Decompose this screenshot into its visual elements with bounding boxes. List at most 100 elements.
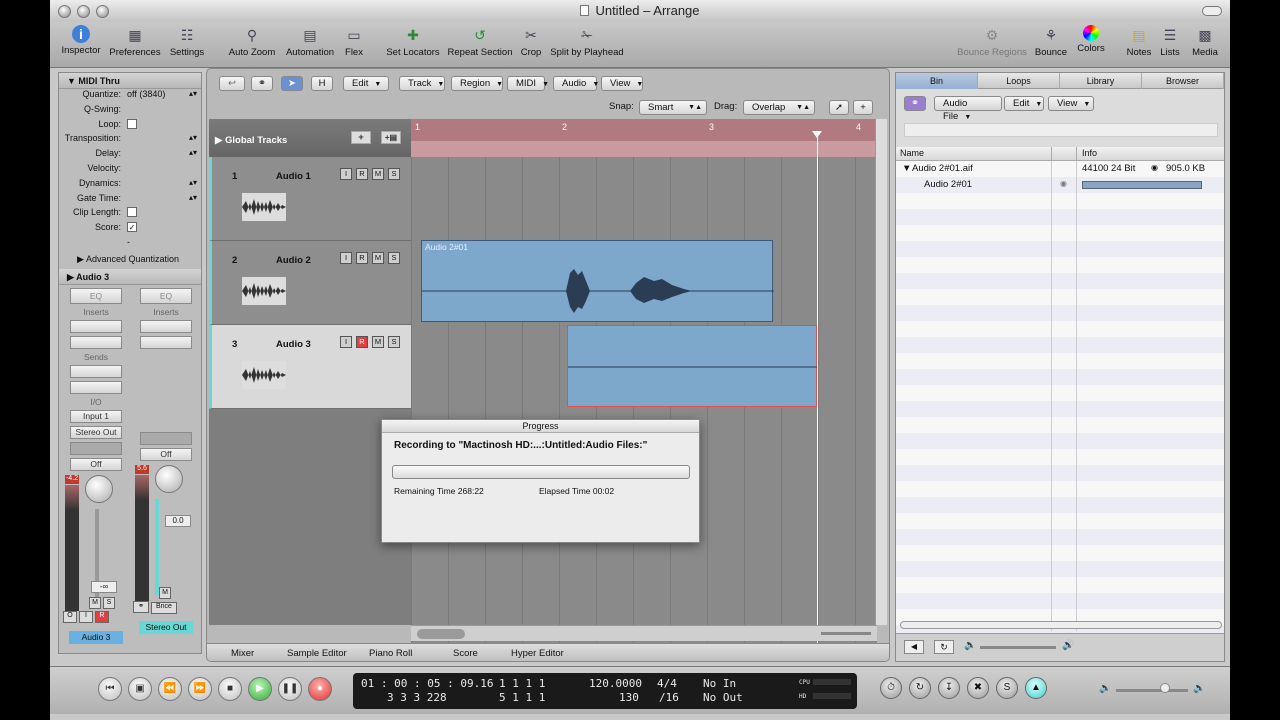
insert-slot[interactable] xyxy=(140,320,192,333)
param-value[interactable]: - xyxy=(127,237,130,247)
menu-track[interactable]: Track ▼ xyxy=(399,76,445,91)
menu-edit[interactable]: Edit ▼ xyxy=(343,76,389,91)
autopunch-button[interactable]: ↧ xyxy=(938,677,960,699)
group-slot[interactable] xyxy=(70,442,122,455)
pan-knob[interactable] xyxy=(85,475,113,503)
link-button[interactable]: ⚭ xyxy=(904,96,926,111)
pencil-tool-select[interactable]: + xyxy=(853,100,873,115)
media-tab-library[interactable]: Library xyxy=(1060,73,1142,89)
minimize-button[interactable] xyxy=(77,5,90,18)
record-enable-button[interactable]: R xyxy=(94,611,109,623)
insert-slot[interactable] xyxy=(70,336,122,349)
insert-slot[interactable] xyxy=(140,336,192,349)
record-enable-button[interactable]: R xyxy=(356,252,368,264)
bounce-regions-button[interactable]: ⚙ Bounce Regions xyxy=(957,25,1027,58)
toolbar-toggle-button[interactable] xyxy=(1202,6,1222,16)
play-preview-button[interactable]: ◀ xyxy=(904,640,924,654)
editor-tab-hyper-editor[interactable]: Hyper Editor xyxy=(511,648,564,659)
master-volume-slider[interactable] xyxy=(1116,689,1188,692)
horizontal-scrollbar[interactable] xyxy=(411,625,877,641)
editor-tab-mixer[interactable]: Mixer xyxy=(231,648,254,659)
record-enable-button[interactable]: R xyxy=(356,168,368,180)
eq-button[interactable]: EQ xyxy=(140,288,192,304)
record-button[interactable]: ● xyxy=(308,677,332,701)
link-button[interactable]: ⚭ xyxy=(251,76,273,91)
zoom-slider[interactable] xyxy=(821,632,871,635)
auto-zoom-button[interactable]: ⚲ Auto Zoom xyxy=(225,25,279,58)
menu-view[interactable]: View ▼ xyxy=(601,76,643,91)
editor-tab-score[interactable]: Score xyxy=(453,648,478,659)
mute-button[interactable]: M xyxy=(159,587,171,599)
colors-button[interactable]: Colors xyxy=(1075,25,1107,54)
automation-mode-select[interactable]: Off xyxy=(70,458,122,471)
drag-select[interactable]: Overlap ▼▲ xyxy=(743,100,815,115)
input-monitor-button[interactable]: I xyxy=(340,252,352,264)
bin-scrollbar[interactable] xyxy=(900,621,1222,629)
scroll-thumb[interactable] xyxy=(417,629,465,639)
inspector-param-row[interactable]: Score: ✓ xyxy=(59,222,201,237)
timeline[interactable]: 1 2 3 4 Audio 2#01 xyxy=(411,119,877,661)
info-column-header[interactable]: Info xyxy=(1082,148,1097,158)
pointer-tool-select[interactable]: ➚ xyxy=(829,100,849,115)
preferences-button[interactable]: ▦ Preferences xyxy=(108,25,162,58)
go-to-start-button[interactable]: ⏮ xyxy=(98,677,122,701)
close-button[interactable] xyxy=(58,5,71,18)
loop-preview-button[interactable]: ↻ xyxy=(934,640,954,654)
menu-region[interactable]: Region ▼ xyxy=(451,76,503,91)
inspector-param-row[interactable]: Q-Swing: xyxy=(59,104,201,119)
advanced-quantization-toggle[interactable]: ▶ Advanced Quantization xyxy=(59,254,201,269)
record-enable-button[interactable]: R xyxy=(356,336,368,348)
param-checkbox[interactable]: ✓ xyxy=(127,222,137,233)
cycle-area[interactable] xyxy=(411,141,877,157)
transport-display[interactable]: 01 : 00 : 05 : 09.16 3 3 3 228 1 1 1 1 5… xyxy=(353,673,857,709)
media-tab-bin[interactable]: Bin xyxy=(896,73,978,89)
bounce-strip-button[interactable]: Bnce xyxy=(150,602,177,614)
inspector-param-row[interactable]: Loop: xyxy=(59,118,201,134)
view-menu[interactable]: View ▼ xyxy=(1048,96,1094,111)
input-monitor-button[interactable]: I xyxy=(340,336,352,348)
master-volume-knob[interactable] xyxy=(1160,683,1170,693)
inspector-param-row[interactable]: Transposition: ▴▾ xyxy=(59,133,201,148)
editor-tab-sample-editor[interactable]: Sample Editor xyxy=(287,648,347,659)
stepper-icon[interactable]: ▴▾ xyxy=(189,148,197,157)
bin-region-row[interactable]: Audio 2#01 ◉ xyxy=(896,177,1224,193)
track-name[interactable]: Audio 3 xyxy=(276,339,311,350)
editor-tab-piano-roll[interactable]: Piano Roll xyxy=(369,648,412,659)
settings-button[interactable]: ☷ Settings xyxy=(168,25,206,58)
send-slot[interactable] xyxy=(70,365,122,378)
stepper-icon[interactable]: ▴▾ xyxy=(189,89,197,98)
rewind-button[interactable]: ⏪ xyxy=(158,677,182,701)
inspector-param-row[interactable]: Dynamics: ▴▾ xyxy=(59,178,201,193)
volume-fader[interactable] xyxy=(155,499,159,595)
automation-button[interactable]: ▤ Automation xyxy=(283,25,337,58)
low-latency-button[interactable]: ⏱ xyxy=(880,677,902,699)
track-name[interactable]: Audio 1 xyxy=(276,171,311,182)
recording-region[interactable] xyxy=(567,325,818,407)
edit-menu[interactable]: Edit ▼ xyxy=(1004,96,1044,111)
mute-button[interactable]: M xyxy=(89,597,101,609)
inspector-param-row[interactable]: Clip Length: xyxy=(59,207,201,222)
midi-thru-section[interactable]: ▼ MIDI Thru xyxy=(59,73,201,89)
playhead[interactable] xyxy=(812,131,822,661)
solo-button[interactable]: S xyxy=(388,252,400,264)
flex-button[interactable]: ▭ Flex xyxy=(340,25,368,58)
track-section[interactable]: ▶ Audio 3 xyxy=(59,268,201,285)
inspector-param-row[interactable]: - xyxy=(59,237,201,252)
send-slot[interactable] xyxy=(70,381,122,394)
stepper-icon[interactable]: ▴▾ xyxy=(189,178,197,187)
inspector-button[interactable]: i Inspector xyxy=(60,25,102,56)
bounce-button[interactable]: ⚘ Bounce xyxy=(1034,25,1068,58)
stepper-icon[interactable]: ▴▾ xyxy=(189,133,197,142)
monitor-button[interactable]: O xyxy=(63,611,77,623)
param-checkbox[interactable] xyxy=(127,118,137,129)
param-value[interactable]: off (3840) xyxy=(127,89,165,99)
input-select[interactable]: Input 1 xyxy=(70,410,122,423)
snap-select[interactable]: Smart ▼▲ xyxy=(639,100,707,115)
solo-button[interactable]: S xyxy=(388,168,400,180)
go-to-position-button[interactable]: ▣ xyxy=(128,677,152,701)
crop-button[interactable]: ✂ Crop xyxy=(518,25,544,58)
preview-volume-slider[interactable] xyxy=(980,646,1056,649)
global-tracks-header[interactable]: ▶ Global Tracks + +▤ xyxy=(209,119,411,157)
output-select[interactable]: Stereo Out xyxy=(70,426,122,439)
cycle-button[interactable]: ↻ xyxy=(909,677,931,699)
